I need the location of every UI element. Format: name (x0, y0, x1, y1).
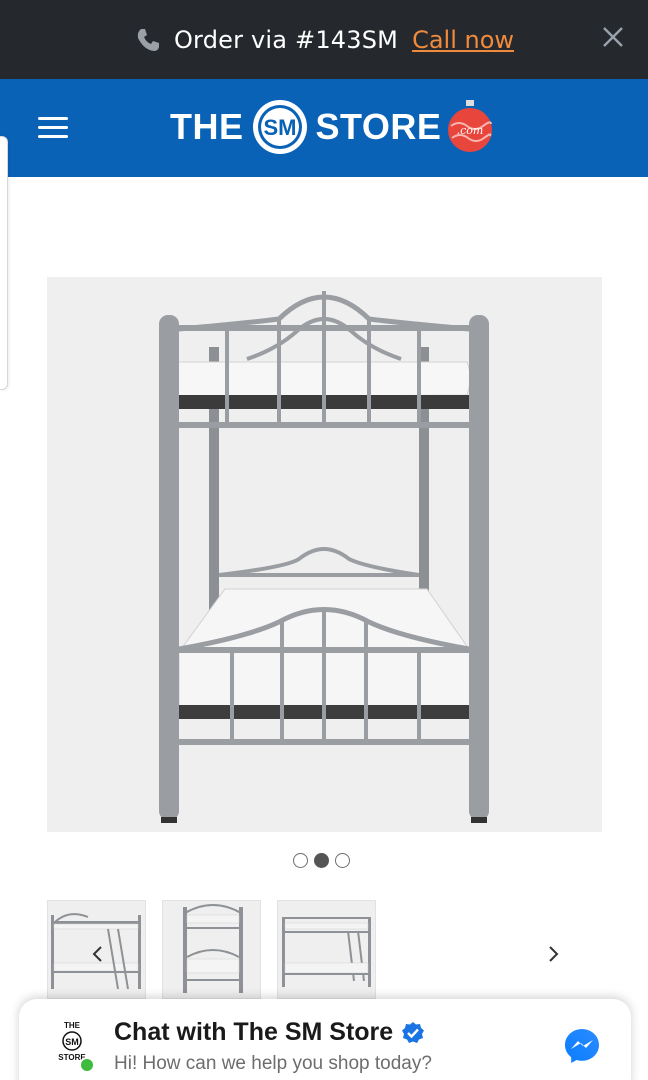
logo-word-store: STORE (315, 106, 442, 147)
chat-subtitle: Hi! How can we help you shop today? (114, 1053, 432, 1074)
site-header: THE SM STORE .com (0, 79, 648, 177)
sm-badge-icon: SM (252, 100, 307, 154)
chevron-left-icon[interactable] (88, 944, 108, 964)
call-now-link[interactable]: Call now (412, 26, 514, 54)
hamburger-menu-icon[interactable] (38, 117, 68, 139)
page: Order via #143SM Call now THE SM STORE .… (0, 0, 648, 1080)
thumbnail-3[interactable] (277, 900, 376, 999)
online-status-dot (79, 1057, 95, 1073)
carousel-dot-2[interactable] (314, 853, 329, 868)
messenger-icon[interactable] (563, 1027, 601, 1065)
chat-title: Chat with The SM Store (114, 1018, 425, 1047)
svg-text:THE: THE (64, 1021, 81, 1030)
product-main-image[interactable] (47, 277, 602, 832)
chat-title-text: Chat with The SM Store (114, 1018, 394, 1046)
svg-text:.com: .com (457, 124, 484, 137)
phone-icon (134, 26, 162, 54)
christmas-ornament-icon: .com (448, 100, 493, 152)
svg-text:SM: SM (263, 115, 296, 140)
chevron-right-icon[interactable] (543, 944, 563, 964)
chat-widget[interactable]: THE SM STORE Chat with The SM Store Hi! … (19, 999, 631, 1080)
svg-text:SM: SM (65, 1037, 79, 1047)
store-logo[interactable]: THE SM STORE .com (170, 95, 493, 159)
carousel-dot-1[interactable] (293, 853, 308, 868)
carousel-dot-3[interactable] (335, 853, 350, 868)
carousel-dots (293, 853, 350, 868)
logo-word-the: THE (170, 106, 244, 147)
promo-content: Order via #143SM Call now (134, 26, 514, 54)
close-icon[interactable] (598, 22, 628, 52)
promo-text: Order via #143SM (173, 25, 399, 54)
promo-bar: Order via #143SM Call now (0, 0, 648, 79)
side-drawer-tab[interactable] (0, 136, 8, 390)
verified-badge-icon (402, 1021, 425, 1043)
thumbnail-2[interactable] (162, 900, 261, 999)
